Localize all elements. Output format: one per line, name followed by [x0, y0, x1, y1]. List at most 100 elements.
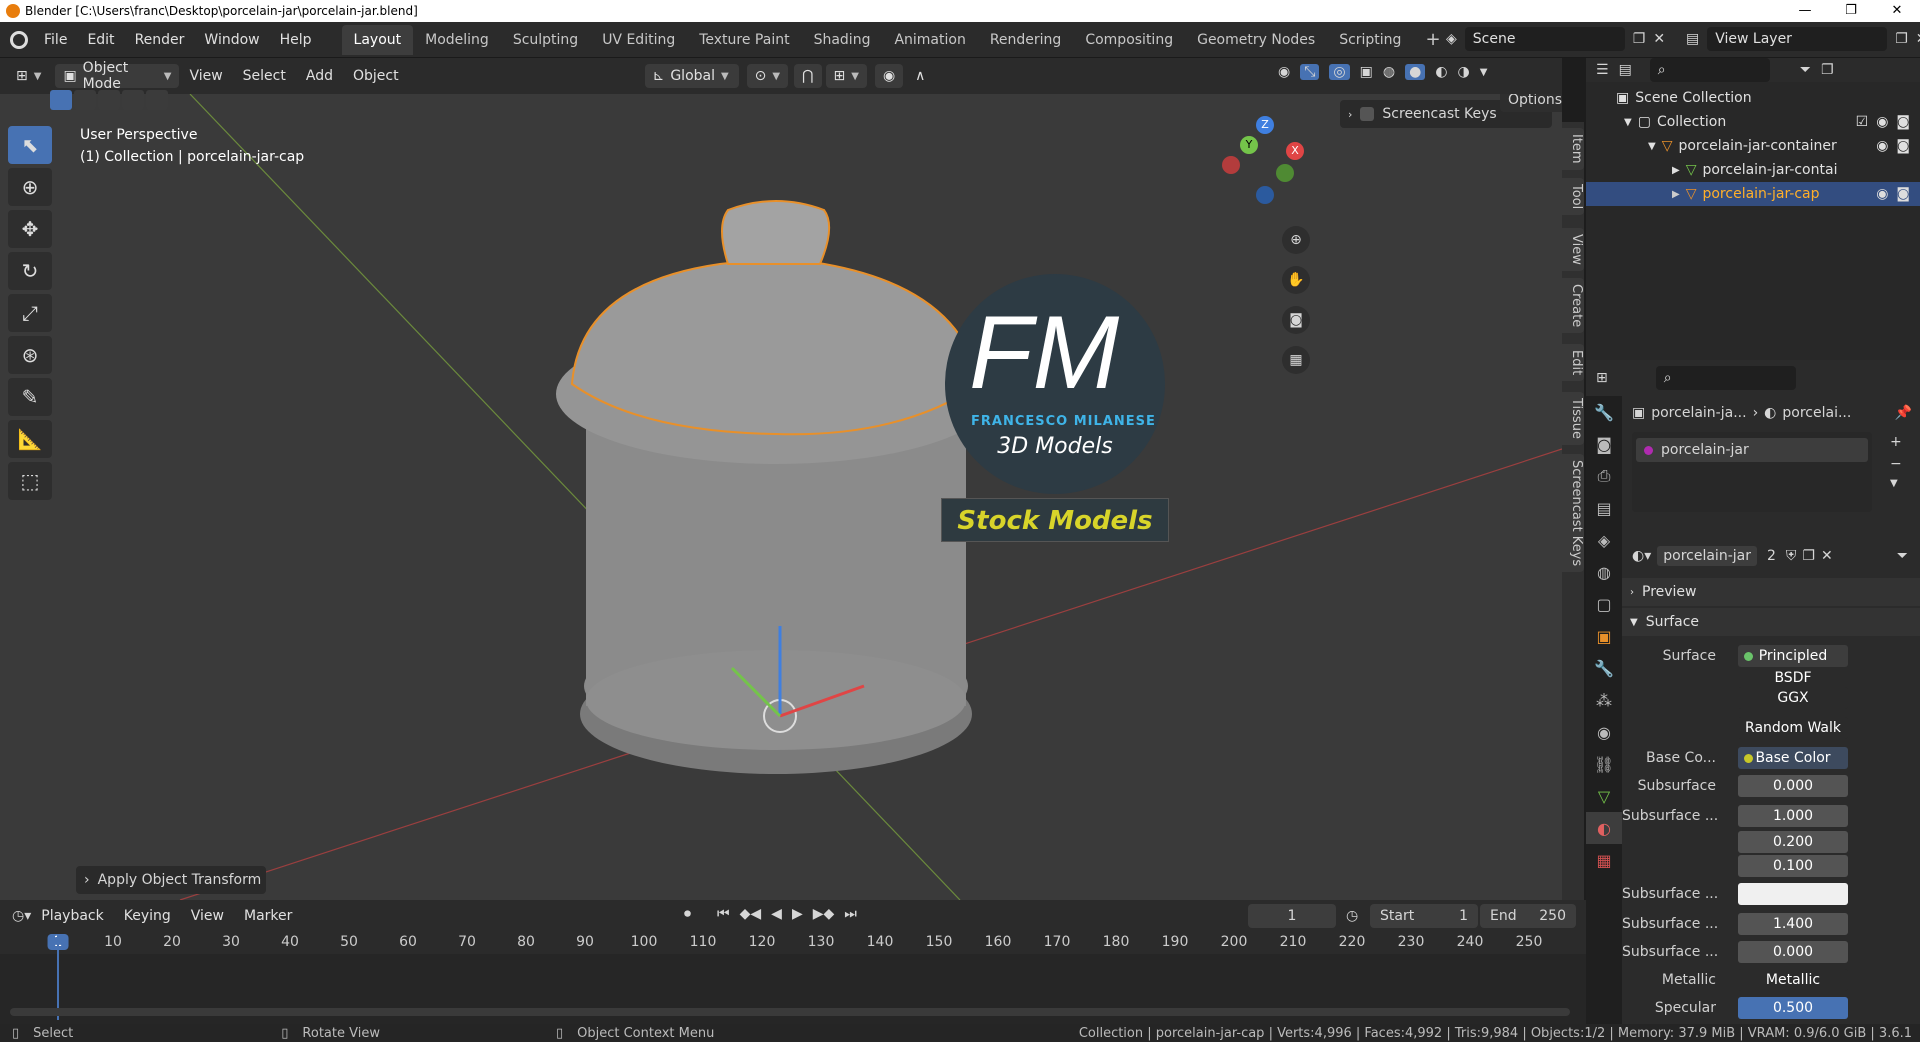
cursor-tool[interactable]: ⊕ — [8, 168, 52, 206]
menu-keying[interactable]: Keying — [114, 908, 181, 924]
tab-scripting[interactable]: Scripting — [1327, 25, 1413, 55]
menu-view-timeline[interactable]: View — [181, 908, 234, 924]
options-dropdown[interactable]: Options▼ — [1500, 94, 1562, 112]
remove-slot-icon[interactable]: − — [1890, 456, 1902, 472]
physics-properties-icon[interactable]: ◉ — [1586, 716, 1622, 748]
menu-window[interactable]: Window — [194, 32, 269, 48]
display-mode-icon[interactable]: ▤ — [1619, 62, 1632, 78]
base-color-field[interactable]: Base Color — [1738, 747, 1848, 769]
camera-render-icon[interactable]: ◙ — [1896, 138, 1910, 154]
menu-object[interactable]: Object — [343, 68, 409, 84]
navigation-gizmo[interactable]: Z Y X — [1220, 114, 1320, 204]
render-properties-icon[interactable]: ◙ — [1586, 428, 1622, 460]
outliner-search[interactable]: ⌕ — [1649, 58, 1770, 82]
material-properties-icon[interactable]: ◐ — [1586, 812, 1622, 844]
xray-toggle-icon[interactable]: ▣ — [1360, 64, 1373, 80]
overlays-toggle-icon[interactable]: ◎ — [1329, 64, 1350, 80]
select-subtract-icon[interactable] — [98, 90, 120, 110]
eye-icon[interactable]: ◉ — [1876, 186, 1888, 202]
tab-edit[interactable]: Edit — [1562, 344, 1584, 382]
scale-tool[interactable]: ⤢ — [8, 294, 52, 332]
outliner-editor-icon[interactable]: ☰ — [1596, 62, 1609, 78]
scene-selector[interactable]: Scene — [1464, 27, 1625, 51]
select-invert-icon[interactable] — [122, 90, 144, 110]
outliner-item-container[interactable]: ▼ ▽ porcelain-jar-container ◉ ◙ — [1586, 134, 1920, 158]
scene-icon[interactable]: ◈ — [1446, 31, 1457, 47]
texture-properties-icon[interactable]: ▦ — [1586, 844, 1622, 876]
gizmo-x-circle[interactable]: X — [1286, 142, 1304, 160]
eye-icon[interactable]: ◉ — [1876, 138, 1888, 154]
exclude-checkbox-icon[interactable]: ☑ — [1856, 114, 1869, 130]
tab-shading[interactable]: Shading — [802, 25, 883, 55]
delete-scene-icon[interactable]: ✕ — [1653, 31, 1665, 47]
transform-orientation-selector[interactable]: ⊾ Global ▼ — [644, 64, 739, 88]
constraints-properties-icon[interactable]: ⛓ — [1586, 748, 1622, 780]
preview-panel-header[interactable]: › Preview — [1622, 578, 1920, 606]
menu-edit[interactable]: Edit — [77, 32, 124, 48]
new-collection-icon[interactable]: ❐ — [1821, 62, 1834, 78]
tab-view[interactable]: View — [1562, 228, 1584, 271]
metallic-field[interactable]: Metallic — [1738, 969, 1848, 991]
tab-uv-editing[interactable]: UV Editing — [590, 25, 687, 55]
3d-viewport[interactable]: FM FRANCESCO MILANESE 3D Models Stock Mo… — [0, 94, 1562, 900]
minimize-button[interactable]: — — [1782, 0, 1828, 22]
subsurface-ior-field[interactable]: 1.400 — [1738, 913, 1848, 935]
output-properties-icon[interactable]: ⎙ — [1586, 460, 1622, 492]
jump-start-icon[interactable]: ⏮ — [717, 906, 730, 922]
menu-marker[interactable]: Marker — [234, 908, 302, 924]
preview-range-icon[interactable]: ◷ — [1346, 908, 1358, 924]
tab-animation[interactable]: Animation — [882, 25, 977, 55]
select-extend-icon[interactable] — [74, 90, 96, 110]
outliner-item-collection[interactable]: ▼ ▢ Collection ☑ ◉ ◙ — [1586, 110, 1920, 134]
add-slot-icon[interactable]: + — [1890, 434, 1902, 450]
transform-tool[interactable]: ⊛ — [8, 336, 52, 374]
solid-shading-icon[interactable]: ● — [1405, 64, 1426, 80]
material-slot-row[interactable]: porcelain-jar — [1636, 438, 1868, 462]
camera-icon[interactable]: ◙ — [1282, 306, 1310, 334]
pivot-point-selector[interactable]: ⊙ ▼ — [746, 64, 789, 88]
subsurface-method-dropdown[interactable]: Random Walk — [1738, 717, 1848, 739]
wireframe-shading-icon[interactable]: ◍ — [1383, 64, 1395, 80]
close-button[interactable]: ✕ — [1874, 0, 1920, 22]
tab-sculpting[interactable]: Sculpting — [501, 25, 590, 55]
blender-menu-icon[interactable] — [10, 30, 28, 49]
timeline-scrollbar[interactable] — [10, 1008, 1570, 1016]
tab-texture-paint[interactable]: Texture Paint — [687, 25, 801, 55]
gizmo-z-circle[interactable]: Z — [1256, 116, 1274, 134]
properties-editor-icon[interactable]: ⊞ — [1596, 370, 1608, 386]
menu-help[interactable]: Help — [270, 32, 322, 48]
duplicate-material-icon[interactable]: ❐ — [1802, 548, 1815, 564]
gizmo-y-circle[interactable]: Y — [1240, 136, 1258, 154]
gizmo-neg-z-circle[interactable] — [1256, 186, 1274, 204]
camera-render-icon[interactable]: ◙ — [1896, 114, 1910, 130]
measure-tool[interactable]: 📐 — [8, 420, 52, 458]
timeline[interactable]: 1102030405060708090100110120130140150160… — [0, 932, 1586, 1024]
menu-view[interactable]: View — [179, 68, 232, 84]
outliner-scene-collection[interactable]: ▣ Scene Collection — [1586, 86, 1920, 110]
material-preview-icon[interactable]: ◐ — [1435, 64, 1447, 80]
surface-shader-field[interactable]: Principled BSDF — [1738, 645, 1848, 686]
tab-tissue[interactable]: Tissue — [1562, 392, 1584, 445]
new-view-layer-icon[interactable]: ❐ — [1895, 31, 1908, 47]
grid-perspective-icon[interactable]: ▦ — [1282, 346, 1310, 374]
annotate-tool[interactable]: ✎ — [8, 378, 52, 416]
subsurface-anisotropy-field[interactable]: 0.000 — [1738, 941, 1848, 963]
camera-render-icon[interactable]: ◙ — [1896, 186, 1910, 202]
current-frame-field[interactable]: 1 — [1248, 904, 1336, 928]
frame-ruler[interactable]: 1102030405060708090100110120130140150160… — [0, 932, 1586, 954]
play-icon[interactable]: ▶ — [792, 906, 803, 922]
record-icon[interactable]: ⏺ — [684, 906, 691, 922]
falloff-selector[interactable]: ∧ — [907, 64, 933, 88]
rendered-shading-icon[interactable]: ◑ — [1458, 64, 1470, 80]
mode-selector[interactable]: ▣ Object Mode ▼ — [55, 60, 180, 92]
view-layer-properties-icon[interactable]: ▤ — [1586, 492, 1622, 524]
filter-icon[interactable]: ⏷ — [1800, 62, 1811, 78]
distribution-dropdown[interactable]: GGX — [1738, 687, 1848, 709]
start-frame-field[interactable]: Start 1 — [1370, 904, 1478, 928]
properties-search[interactable]: ⌕ — [1655, 366, 1796, 390]
play-reverse-icon[interactable]: ◀ — [771, 906, 782, 922]
maximize-button[interactable]: ❐ — [1828, 0, 1874, 22]
gizmo-neg-x-circle[interactable] — [1222, 156, 1240, 174]
menu-render[interactable]: Render — [125, 32, 195, 48]
particles-properties-icon[interactable]: ⁂ — [1586, 684, 1622, 716]
